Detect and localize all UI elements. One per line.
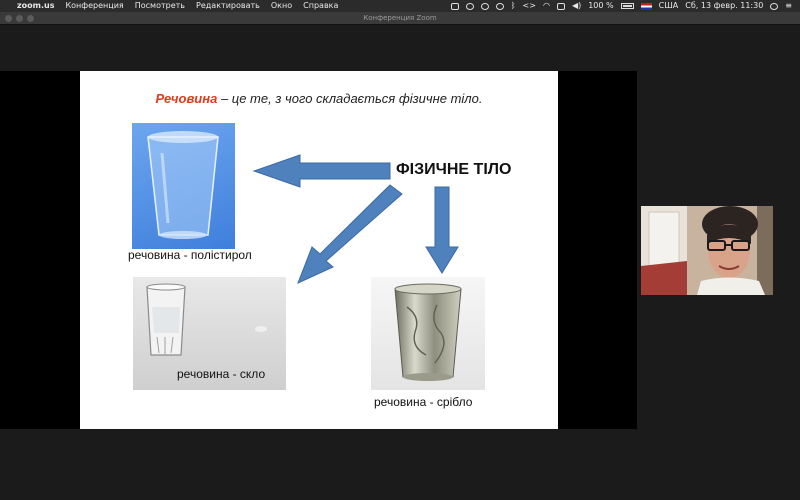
airplay-icon[interactable] (556, 2, 565, 10)
menu-conference[interactable]: Конференция (65, 0, 123, 12)
clock[interactable]: Сб, 13 февр. 11:30 (685, 0, 763, 12)
arrow-to-cup (252, 154, 391, 188)
status-icon-2[interactable] (480, 2, 489, 10)
input-source-label[interactable]: США (659, 0, 679, 12)
user-icon[interactable] (770, 2, 779, 10)
input-source-flag-icon[interactable] (640, 2, 652, 10)
status-icon-1[interactable] (465, 2, 474, 10)
shared-slide: Речовина – це те, з чого складається фіз… (80, 71, 558, 429)
arrow-to-glass (297, 184, 403, 284)
volume-icon[interactable]: ◀) (572, 0, 581, 12)
wifi-icon[interactable]: ◠ (543, 0, 550, 12)
arrow-to-silver (425, 186, 459, 274)
menu-help[interactable]: Справка (303, 0, 338, 12)
app-menu-zoom[interactable]: zoom.us (17, 0, 54, 12)
window-title: Конференция Zoom (363, 14, 437, 22)
macos-menu-bar: zoom.us Конференция Посмотреть Редактиро… (0, 0, 800, 12)
menu-window[interactable]: Окно (271, 0, 292, 12)
slide-arrows (252, 154, 459, 284)
battery-percent[interactable]: 100 % (588, 0, 613, 12)
menu-edit[interactable]: Редактировать (196, 0, 260, 12)
time-machine-icon[interactable] (495, 2, 504, 10)
bluetooth-icon[interactable]: ᛒ (511, 0, 516, 12)
window-title-bar: Конференция Zoom (0, 12, 800, 25)
list-menu-icon[interactable]: ≡ (785, 0, 792, 12)
menu-view[interactable]: Посмотреть (135, 0, 185, 12)
code-icon[interactable]: <> (523, 0, 536, 12)
participant-video-tile[interactable] (641, 206, 773, 295)
battery-icon[interactable] (620, 3, 634, 9)
zoom-status-icon[interactable] (450, 2, 459, 10)
